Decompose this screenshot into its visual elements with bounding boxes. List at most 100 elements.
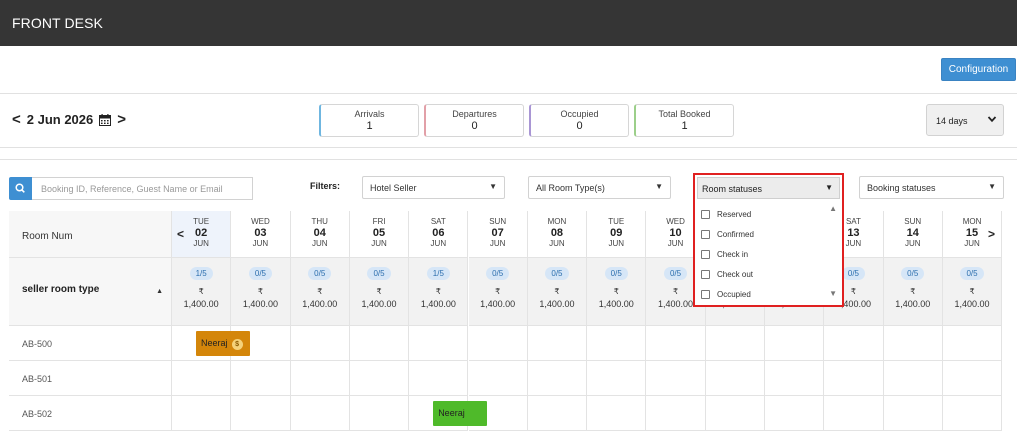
day-of-week: SUN [904,217,922,226]
room-status-option[interactable]: Reserved [701,210,751,219]
front-desk-page: FRONT DESK Configuration < 2 Jun 2026 > … [0,0,1024,436]
room-day-cell[interactable] [942,326,1003,361]
availability-badge: 0/5 [545,267,569,280]
day-header: TUE 09 JUN [587,211,647,258]
room-day-cell[interactable] [765,326,825,361]
rate-price: 1,400.00 [302,299,338,309]
room-day-cell[interactable] [587,361,647,396]
room-type-select[interactable]: All Room Type(s) ▼ [528,176,671,199]
stat-card: Arrivals 1 [319,104,419,137]
grid-next-button[interactable]: > [988,227,995,241]
day-number: 09 [610,227,623,239]
sort-up-icon[interactable]: ▲ [156,288,163,295]
rate-price: 1,400.00 [954,299,990,309]
stat-value: 0 [576,120,583,132]
room-type-header[interactable]: seller room type ▲ [9,258,172,326]
day-of-week: MON [547,217,567,226]
checkbox[interactable] [701,270,710,279]
room-day-cell[interactable] [349,396,410,431]
checkbox[interactable] [701,290,710,299]
room-day-cell[interactable] [942,396,1003,431]
room-status-option-label: Confirmed [717,230,754,239]
room-status-option-label: Check in [717,250,749,259]
room-day-cell[interactable] [942,361,1003,396]
configuration-button[interactable]: Configuration [941,58,1016,81]
room-day-cell[interactable] [409,326,469,361]
booking-bar[interactable]: Neeraj $ [196,331,251,356]
room-day-cell[interactable] [172,361,232,396]
day-number: 04 [313,227,326,239]
room-day-cell[interactable] [705,396,765,431]
room-day-cell[interactable] [705,361,765,396]
booking-status-select[interactable]: Booking statuses ▼ [859,176,1004,199]
checkbox[interactable] [701,230,710,239]
filters-label: Filters: [310,181,341,191]
room-day-cell[interactable] [527,361,588,396]
room-day-cell[interactable] [231,361,291,396]
room-day-cell[interactable] [527,326,588,361]
currency-symbol: ₹ [613,287,619,296]
room-day-cell[interactable] [883,326,943,361]
room-day-cell[interactable] [468,361,528,396]
scroll-down-icon[interactable]: ▼ [829,289,837,298]
room-status-option[interactable]: Occupied [701,290,751,299]
room-day-cell[interactable] [349,361,410,396]
room-day-cell[interactable] [765,361,825,396]
room-day-cell[interactable] [883,396,943,431]
day-of-week: MON [962,217,982,226]
calendar-icon[interactable] [99,113,112,126]
room-status-select[interactable]: Room statuses ▼ [697,177,840,199]
room-status-option[interactable]: Check in [701,250,748,259]
room-day-cell[interactable] [290,326,350,361]
stat-label: Departures [452,109,497,119]
room-day-cell[interactable] [824,326,884,361]
next-date-button[interactable]: > [117,111,126,128]
room-day-cell[interactable] [646,396,706,431]
currency-symbol: ₹ [495,287,501,296]
availability-cell: 0/5 ₹1,400.00 [290,258,350,326]
room-day-cell[interactable] [765,396,825,431]
stat-card: Occupied 0 [529,104,629,137]
room-day-cell[interactable] [409,361,469,396]
date-navigator: < 2 Jun 2026 > [12,111,126,128]
scroll-up-icon[interactable]: ▲ [829,204,837,213]
room-day-cell[interactable] [468,326,528,361]
room-day-cell[interactable] [231,396,291,431]
month: JUN [252,239,269,248]
room-day-cell[interactable] [883,361,943,396]
room-day-cell[interactable] [587,396,647,431]
room-status-option[interactable]: Check out [701,270,753,279]
room-day-cell[interactable] [705,326,765,361]
room-day-cell[interactable] [824,396,884,431]
room-day-cell[interactable] [587,326,647,361]
room-day-cell[interactable] [290,396,350,431]
search-input[interactable]: Booking ID, Reference, Guest Name or Ema… [32,177,253,200]
stat-value: 1 [681,120,688,132]
availability-badge: 0/5 [604,267,628,280]
room-day-cell[interactable] [290,361,350,396]
room-status-option-label: Reserved [717,210,752,219]
checkbox[interactable] [701,250,710,259]
room-day-cell[interactable] [646,361,706,396]
booking-bar[interactable]: Neeraj [433,401,488,426]
room-day-cell[interactable] [172,396,232,431]
prev-date-button[interactable]: < [12,111,21,128]
room-day-cell[interactable] [824,361,884,396]
day-of-week: THU [311,217,328,226]
room-row-label: AB-501 [9,361,172,396]
range-select[interactable]: 14 days [926,104,1004,136]
search-button[interactable] [9,177,32,200]
day-of-week: SUN [489,217,507,226]
checkbox[interactable] [701,210,710,219]
day-number: 14 [906,227,919,239]
room-status-option[interactable]: Confirmed [701,230,754,239]
room-day-cell[interactable] [646,326,706,361]
room-day-cell[interactable] [527,396,588,431]
room-day-cell[interactable] [349,326,410,361]
stat-value: 0 [471,120,478,132]
day-header: SUN 07 JUN [468,211,528,258]
room-number: AB-502 [22,409,53,419]
grid-prev-button[interactable]: < [177,227,184,241]
availability-badge: 1/5 [426,267,450,280]
seller-select[interactable]: Hotel Seller ▼ [362,176,505,199]
